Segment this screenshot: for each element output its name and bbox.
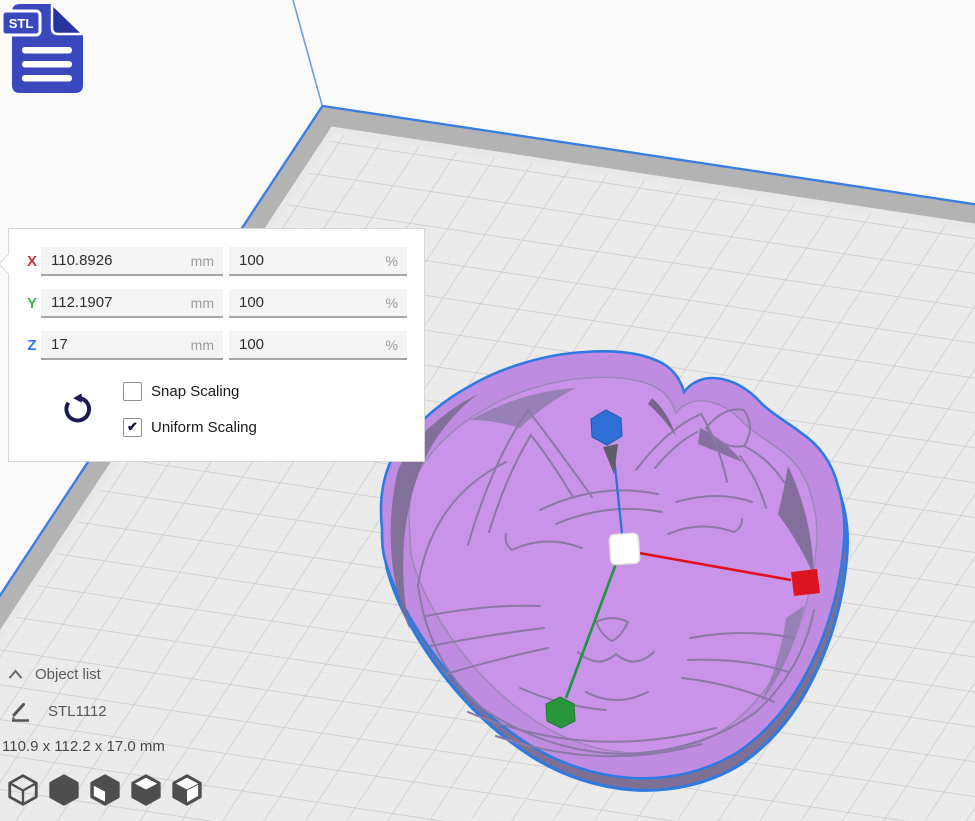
- view-3d-button[interactable]: [6, 773, 40, 809]
- camera-view-toolbar: [6, 773, 204, 809]
- view-left-icon: [129, 773, 163, 807]
- object-list-item[interactable]: STL1112: [10, 701, 107, 722]
- snap-scaling-checkbox[interactable]: [123, 382, 142, 401]
- stl-badge-label: STL: [9, 16, 34, 31]
- scale-row-y: Y mm %: [9, 289, 424, 320]
- scale-x-mm-input[interactable]: [41, 247, 223, 274]
- axis-z-label: Z: [23, 337, 41, 354]
- scale-y-percent-input[interactable]: [229, 289, 407, 316]
- object-item-name: STL1112: [48, 703, 107, 720]
- snap-scaling-label: Snap Scaling: [151, 383, 239, 400]
- scale-row-x: X mm %: [9, 247, 424, 278]
- axis-y-label: Y: [23, 295, 41, 312]
- handle-center-white[interactable]: [609, 533, 640, 565]
- uniform-scaling-label: Uniform Scaling: [151, 419, 257, 436]
- page-fold: [52, 4, 83, 34]
- rename-pencil-icon: [10, 701, 31, 722]
- scale-z-percent-input[interactable]: [229, 331, 407, 358]
- uniform-check-glyph: ✔: [127, 419, 138, 435]
- view-front-icon: [47, 773, 81, 807]
- object-list-header[interactable]: Object list: [8, 666, 101, 683]
- view-3d-icon: [6, 773, 40, 807]
- scale-y-mm-input[interactable]: [41, 289, 223, 316]
- scale-row-z: Z mm %: [9, 331, 424, 362]
- view-top-button[interactable]: [88, 773, 122, 809]
- view-front-button[interactable]: [47, 773, 81, 809]
- reset-arrow-icon: [61, 391, 95, 427]
- object-list-title: Object list: [35, 666, 101, 683]
- reset-scale-button[interactable]: [61, 391, 95, 427]
- view-left-button[interactable]: [129, 773, 163, 809]
- scale-tool-panel: X mm % Y mm % Z mm: [8, 228, 425, 462]
- uniform-scaling-checkbox[interactable]: ✔: [123, 418, 142, 437]
- stl-file-icon[interactable]: STL: [0, 0, 92, 100]
- axis-x-label: X: [23, 253, 41, 270]
- scale-x-percent-input[interactable]: [229, 247, 407, 274]
- viewport-3d[interactable]: STL X mm % Y mm %: [0, 0, 975, 821]
- view-right-icon: [170, 773, 204, 807]
- scale-z-mm-input[interactable]: [41, 331, 223, 358]
- model-dimensions-readout: 110.9 x 112.2 x 17.0 mm: [2, 738, 165, 755]
- plate-corner-axis-line: [293, 0, 322, 105]
- view-right-button[interactable]: [170, 773, 204, 809]
- handle-x-red[interactable]: [791, 569, 820, 596]
- chevron-up-icon: [8, 669, 23, 680]
- view-top-icon: [88, 773, 122, 807]
